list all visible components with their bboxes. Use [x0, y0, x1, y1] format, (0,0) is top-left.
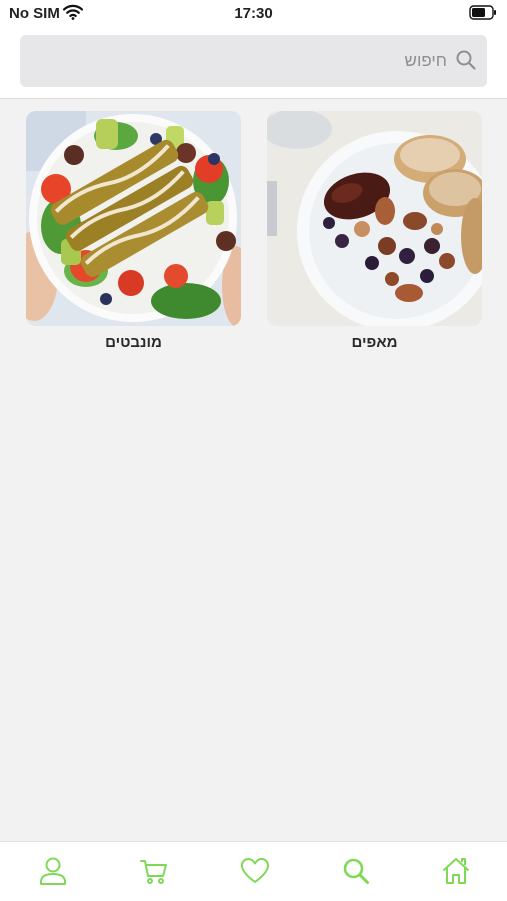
home-icon: [443, 858, 469, 884]
search-input[interactable]: [67, 49, 447, 73]
tab-home[interactable]: [441, 855, 471, 887]
profile-icon: [40, 857, 66, 885]
category-card-sprouted[interactable]: מונבטים: [26, 111, 241, 353]
category-card-pastries[interactable]: מאפים: [267, 111, 482, 353]
tab-search[interactable]: [341, 855, 371, 887]
battery-icon: [469, 5, 497, 24]
category-label-sprouted: מונבטים: [105, 334, 162, 351]
tab-profile[interactable]: [38, 855, 68, 887]
search-header: [0, 28, 507, 99]
dates-and-nuts-photo: [267, 111, 482, 326]
category-label-pastries: מאפים: [351, 334, 398, 351]
bottom-tab-bar: [0, 841, 507, 901]
tab-favorites[interactable]: [240, 855, 270, 887]
tab-cart[interactable]: [139, 855, 169, 887]
search-bar[interactable]: [20, 35, 487, 87]
search-icon: [343, 858, 369, 884]
cart-icon: [140, 860, 167, 884]
status-time: 17:30: [234, 5, 273, 22]
heart-icon: [241, 858, 269, 883]
status-bar: No SIM 17:30: [0, 0, 507, 28]
search-icon[interactable]: [455, 49, 477, 76]
salad-photo: [26, 111, 241, 326]
